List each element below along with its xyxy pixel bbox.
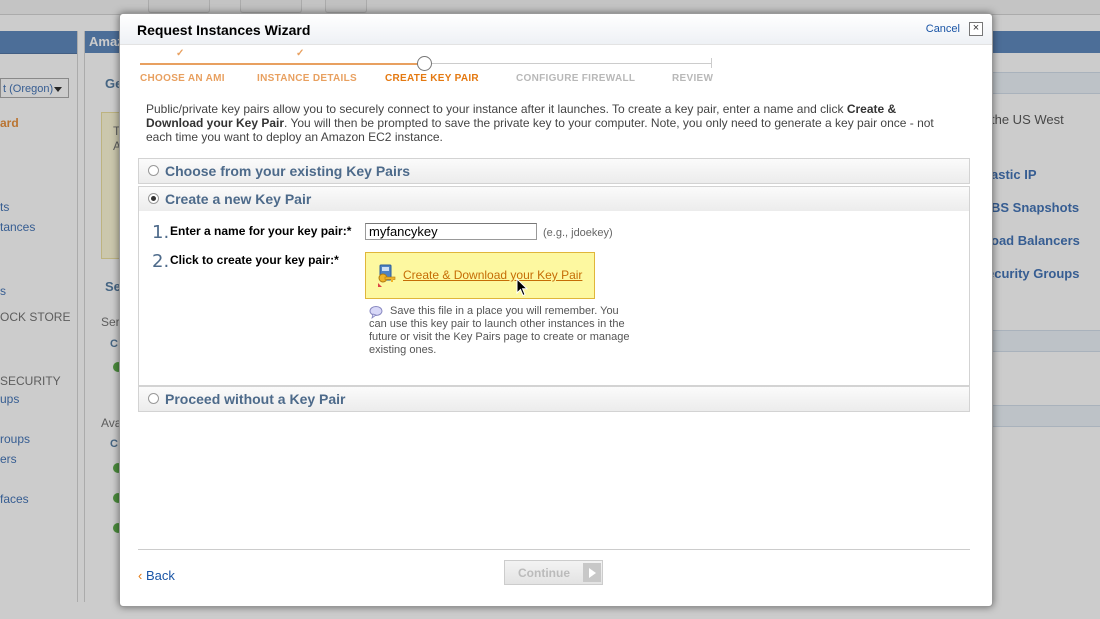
step-create-key-pair: CREATE KEY PAIR <box>385 73 479 84</box>
key-download-icon <box>378 264 396 287</box>
wizard-title: Request Instances Wizard <box>137 22 311 38</box>
progress-end-tick <box>711 58 712 68</box>
step-complete-icon: ✓ <box>296 48 305 59</box>
step-number: 1. <box>152 222 170 243</box>
step-instance-details: INSTANCE DETAILS <box>257 73 357 84</box>
wizard-progress: ✓ ✓ CHOOSE AN AMI INSTANCE DETAILS CREAT… <box>140 48 714 88</box>
download-link-text[interactable]: Create & Download your Key Pair <box>403 268 582 282</box>
intro-text: Public/private key pairs allow you to se… <box>146 102 956 144</box>
radio-button[interactable] <box>148 165 159 176</box>
footer-divider <box>138 549 970 550</box>
radio-button[interactable] <box>148 393 159 404</box>
step-review: REVIEW <box>672 73 714 84</box>
mouse-pointer-icon <box>516 278 528 297</box>
key-name-label: Enter a name for your key pair:* <box>170 224 352 238</box>
option-header[interactable]: Create a new Key Pair <box>139 187 969 211</box>
option-label: Choose from your existing Key Pairs <box>165 163 411 179</box>
option-create-key-pair: Create a new Key Pair 1. Enter a name fo… <box>138 186 970 386</box>
option-header[interactable]: Choose from your existing Key Pairs <box>139 159 969 183</box>
option-label: Proceed without a Key Pair <box>165 391 346 407</box>
option-existing-key-pairs[interactable]: Choose from your existing Key Pairs <box>138 158 970 184</box>
chevron-left-icon: ‹ <box>138 568 143 583</box>
save-hint-text: Save this file in a place you will remem… <box>369 305 630 356</box>
speech-bubble-icon <box>369 306 383 319</box>
key-pair-name-input[interactable] <box>365 223 537 240</box>
progress-line-remaining <box>425 63 712 64</box>
radio-button-selected[interactable] <box>148 193 159 204</box>
back-link-label: Back <box>145 568 175 583</box>
continue-button-label: Continue <box>518 566 570 580</box>
option-header[interactable]: Proceed without a Key Pair <box>139 387 969 411</box>
step-choose-ami: CHOOSE AN AMI <box>140 73 225 84</box>
key-name-example: (e.g., jdoekey) <box>543 227 613 239</box>
cancel-link[interactable]: Cancel <box>926 23 960 35</box>
request-instances-wizard: Request Instances Wizard Cancel × ✓ ✓ CH… <box>119 13 993 607</box>
step-configure-firewall: CONFIGURE FIREWALL <box>516 73 636 84</box>
close-icon[interactable]: × <box>969 22 983 36</box>
play-arrow-icon <box>583 563 601 582</box>
step-complete-icon: ✓ <box>176 48 185 59</box>
back-link[interactable]: ‹ Back <box>138 568 175 583</box>
progress-line-complete <box>140 63 425 65</box>
option-proceed-without-key-pair[interactable]: Proceed without a Key Pair <box>138 386 970 412</box>
step-number: 2. <box>152 251 170 272</box>
save-hint: Save this file in a place you will remem… <box>369 305 634 357</box>
continue-button[interactable]: Continue <box>504 560 603 585</box>
option-label: Create a new Key Pair <box>165 191 312 207</box>
intro-text-part: Public/private key pairs allow you to se… <box>146 102 847 116</box>
current-step-marker <box>417 56 432 71</box>
create-download-key-pair-button[interactable]: Create & Download your Key Pair <box>365 252 595 299</box>
wizard-header: Request Instances Wizard Cancel × <box>120 14 992 45</box>
create-key-label: Click to create your key pair:* <box>170 253 339 267</box>
